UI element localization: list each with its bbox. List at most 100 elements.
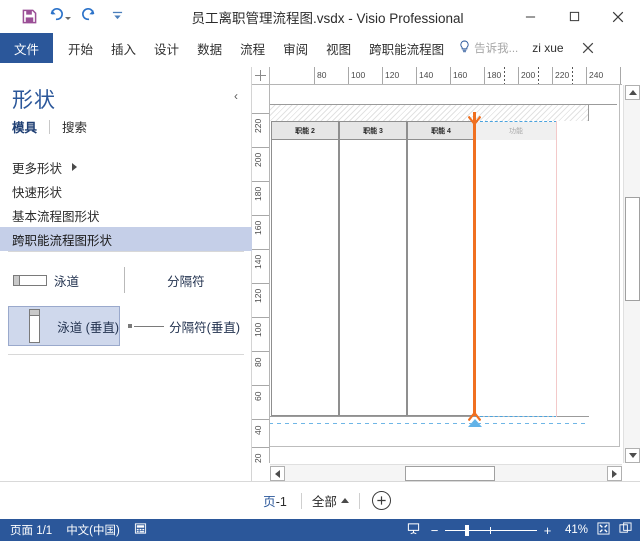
stencil-cross-functional-label: 跨职能流程图形状 <box>12 233 113 248</box>
ribbon-tab-bar: 文件 开始 插入 设计 数据 流程 审阅 视图 跨职能流程图 告诉我... zi… <box>0 33 640 64</box>
drawing-canvas[interactable]: 职能 2 职能 3 职能 4 功能 <box>270 85 622 463</box>
save-button[interactable] <box>14 4 44 30</box>
customize-qat-icon <box>112 8 123 26</box>
tab-data[interactable]: 数据 <box>188 33 231 63</box>
zoom-slider-thumb[interactable] <box>465 524 469 536</box>
hruler-tick-100: 100 <box>351 70 366 80</box>
fit-page-icon[interactable] <box>597 522 610 538</box>
tab-design[interactable]: 设计 <box>145 33 188 63</box>
swimlane-2-header[interactable]: 职能 3 <box>340 122 406 140</box>
close-button[interactable] <box>596 0 640 33</box>
page-count-status[interactable]: 页面 1/1 <box>10 522 52 538</box>
redo-icon <box>81 7 97 26</box>
subtab-search[interactable]: 搜索 <box>62 117 99 136</box>
quick-access-toolbar <box>0 4 130 30</box>
save-icon <box>22 9 37 24</box>
swimlane-2[interactable]: 职能 3 <box>339 121 407 416</box>
hruler-tick-180: 180 <box>487 70 502 80</box>
status-bar-right: − + 41% <box>407 522 632 538</box>
subtab-divider <box>49 119 51 134</box>
swimlane-3-header[interactable]: 职能 4 <box>408 122 474 140</box>
collapse-panel-button[interactable]: ‹ <box>229 89 243 103</box>
shape-item-swimlane-vertical-label: 泳道 (垂直) <box>57 320 119 335</box>
vertical-scrollbar-thumb[interactable] <box>625 197 640 301</box>
stencil-quick-shapes[interactable]: 快速形状 <box>0 179 252 203</box>
chevron-up-icon <box>628 90 637 95</box>
shape-gallery: 泳道 分隔符 泳道 (垂直) 分隔符(垂直) <box>0 257 252 349</box>
shape-item-separator-vertical-label: 分隔符(垂直) <box>169 320 240 335</box>
horizontal-scrollbar[interactable] <box>270 464 622 481</box>
scroll-up-button[interactable] <box>625 85 640 100</box>
scroll-right-button[interactable] <box>607 466 622 481</box>
ruler-origin-button[interactable] <box>252 67 270 85</box>
zoom-slider-track[interactable] <box>445 524 537 536</box>
add-page-button[interactable] <box>371 491 391 510</box>
undo-dropdown-icon[interactable] <box>64 16 71 20</box>
stencil-more-shapes[interactable]: 更多形状 <box>0 155 252 179</box>
tell-me-search[interactable]: 告诉我... <box>453 33 524 63</box>
vruler-tick-80: 80 <box>253 357 263 367</box>
tab-file[interactable]: 文件 <box>0 33 54 63</box>
tab-process[interactable]: 流程 <box>231 33 274 63</box>
minimize-button[interactable] <box>508 0 552 33</box>
tab-cross-functional-flowchart[interactable]: 跨职能流程图 <box>360 33 453 63</box>
vruler-tick-220: 220 <box>253 118 263 133</box>
redo-button[interactable] <box>74 4 104 30</box>
tab-view[interactable]: 视图 <box>317 33 360 63</box>
customize-qat-button[interactable] <box>104 4 130 30</box>
presentation-mode-icon[interactable] <box>407 522 420 538</box>
vruler-tick-160: 160 <box>253 220 263 235</box>
shape-item-separator-vertical[interactable]: 分隔符(垂直) <box>120 305 240 347</box>
panel-divider-bottom <box>8 354 244 355</box>
fit-window-icon[interactable] <box>619 522 632 538</box>
vruler-tick-120: 120 <box>253 288 263 303</box>
lightbulb-icon <box>459 40 470 56</box>
chevron-down-icon <box>628 453 637 458</box>
maximize-icon <box>569 11 579 22</box>
tab-insert[interactable]: 插入 <box>102 33 145 63</box>
separator-horizontal-icon <box>127 324 165 328</box>
drop-indicator-line <box>473 112 476 416</box>
zoom-percent-label[interactable]: 41% <box>562 524 588 536</box>
stencil-basic-flowchart-label: 基本流程图形状 <box>12 209 100 224</box>
hruler-tick-80: 80 <box>317 70 327 80</box>
tab-review[interactable]: 审阅 <box>274 33 317 63</box>
shape-item-swimlane-vertical[interactable]: 泳道 (垂直) <box>8 306 120 346</box>
zoom-out-button[interactable]: − <box>429 523 440 538</box>
shape-item-swimlane[interactable]: 泳道 <box>0 259 122 301</box>
all-pages-button[interactable]: 全部 <box>302 491 359 510</box>
swimlane-1[interactable]: 职能 2 <box>271 121 339 416</box>
swimlane-title-band[interactable] <box>270 104 589 121</box>
swimlane-horizontal-icon <box>10 274 50 286</box>
stencil-cross-functional[interactable]: 跨职能流程图形状 <box>0 227 252 251</box>
subtab-stencils[interactable]: 模具 <box>12 117 49 136</box>
stencil-list: 更多形状 快速形状 基本流程图形状 跨职能流程图形状 <box>0 145 252 251</box>
shape-item-separator[interactable]: 分隔符 <box>129 259 252 301</box>
swimlane-1-header[interactable]: 职能 2 <box>272 122 338 140</box>
scroll-down-button[interactable] <box>625 448 640 463</box>
page-tab-1[interactable]: 页-1 <box>249 491 301 510</box>
vruler-tick-100: 100 <box>253 322 263 337</box>
zoom-slider[interactable]: − + <box>429 523 553 538</box>
maximize-button[interactable] <box>552 0 596 33</box>
zoom-in-button[interactable]: + <box>542 523 553 538</box>
vertical-ruler[interactable]: 220 200 180 160 140 120 100 80 60 40 20 <box>252 85 270 463</box>
stencil-basic-flowchart[interactable]: 基本流程图形状 <box>0 203 252 227</box>
tab-home[interactable]: 开始 <box>59 33 102 63</box>
vertical-scrollbar[interactable] <box>623 85 640 463</box>
macro-record-icon[interactable] <box>134 522 147 538</box>
page-tab-1-number: -1 <box>275 495 287 509</box>
window-controls <box>508 0 640 33</box>
horizontal-scrollbar-thumb[interactable] <box>405 466 495 481</box>
shape-item-separator-label: 分隔符 <box>167 274 205 289</box>
undo-button[interactable] <box>44 4 74 30</box>
user-account[interactable]: zi xue <box>524 33 571 63</box>
horizontal-ruler[interactable]: 80 100 120 140 160 180 200 220 240 260 2… <box>270 67 622 85</box>
ribbon-close-button[interactable] <box>572 33 604 63</box>
language-status[interactable]: 中文(中国) <box>66 522 120 538</box>
chevron-right-icon <box>72 163 78 171</box>
scroll-left-button[interactable] <box>270 466 285 481</box>
swimlane-3[interactable]: 职能 4 <box>407 121 475 416</box>
swimlane-vertical-icon <box>15 309 53 343</box>
hruler-dotted-marker-1 <box>504 67 505 84</box>
